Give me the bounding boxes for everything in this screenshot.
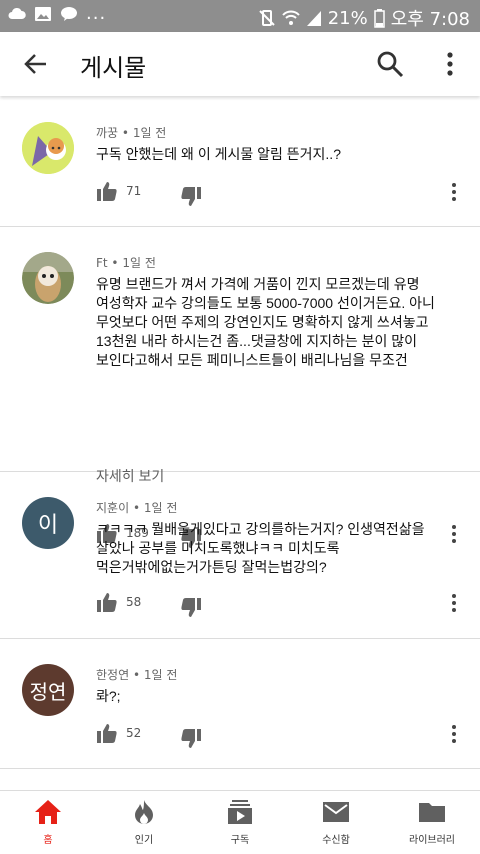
wifi-icon — [281, 10, 300, 25]
thumb-up-icon[interactable] — [96, 722, 118, 744]
bottom-nav: 홈 인기 구독 수신함 라이브러리 — [0, 790, 480, 854]
tab-label: 인기 — [134, 835, 154, 846]
like-count: 58 — [126, 595, 142, 609]
like-count: 52 — [126, 726, 142, 740]
tab-subscriptions[interactable]: 구독 — [192, 799, 288, 846]
flame-icon — [135, 800, 153, 824]
avatar[interactable] — [22, 252, 74, 304]
vibrate-off-icon — [259, 10, 275, 26]
comment-time: 1일 전 — [143, 668, 178, 682]
comment-time: 1일 전 — [122, 256, 156, 270]
comment-time: 1일 전 — [143, 501, 178, 515]
comment-author[interactable]: 지훈이 — [96, 501, 129, 515]
comment-more-icon[interactable] — [448, 724, 460, 744]
comment-item: Ft • 1일 전 유명 브랜드가 껴서 가격에 거품이 낀지 모르겠는데 유명… — [0, 226, 480, 548]
comment-item: 까꿍 • 1일 전 구독 안했는데 왜 이 게시물 알림 뜬거지..? 71 — [0, 96, 480, 227]
comment-text: 구독 안했는데 왜 이 게시물 알림 뜬거지..? — [96, 146, 341, 162]
signal-icon — [306, 11, 321, 26]
thumb-down-icon[interactable] — [180, 728, 202, 750]
avatar[interactable]: 정연 — [22, 664, 74, 716]
tab-home[interactable]: 홈 — [0, 799, 96, 846]
tab-label: 수신함 — [322, 835, 350, 846]
like-count: 71 — [126, 184, 142, 198]
comment-time: 1일 전 — [132, 126, 167, 140]
tab-label: 라이브러리 — [409, 835, 455, 846]
more-notifications: ... — [86, 3, 107, 24]
comment-text: 유명 브랜드가 껴서 가격에 거품이 낀지 모르겠는데 유명 여성학자 교수 강… — [96, 276, 435, 368]
page-title: 게시물 — [80, 55, 147, 82]
clock: 오후 7:08 — [390, 9, 470, 30]
comment-item: 정연 한정연 • 1일 전 롸?; 52 — [0, 638, 480, 769]
battery-icon — [373, 8, 385, 28]
tab-library[interactable]: 라이브러리 — [384, 799, 480, 846]
comment-item: 이 지훈이 • 1일 전 ㅋㅋㅋㅋ 뭘배울게있다고 강의를하는거지? 인생역전삶… — [0, 471, 480, 639]
tab-label: 구독 — [230, 835, 250, 846]
back-arrow-icon[interactable] — [22, 50, 50, 78]
app-bar: 게시물 — [0, 32, 480, 96]
comment-text: ㅋㅋㅋㅋ 뭘배울게있다고 강의를하는거지? 인생역전삶을 살았나 공부를 미치도… — [96, 521, 425, 575]
tab-inbox[interactable]: 수신함 — [288, 799, 384, 846]
subscriptions-icon — [228, 800, 252, 824]
comment-list: 까꿍 • 1일 전 구독 안했는데 왜 이 게시물 알림 뜬거지..? 71 F… — [0, 96, 480, 790]
tab-label: 홈 — [43, 835, 53, 846]
cloud-icon — [8, 7, 26, 20]
comment-text: 롸?; — [96, 688, 121, 704]
more-vert-icon[interactable] — [438, 50, 462, 78]
mail-icon — [323, 802, 349, 822]
thumb-down-icon[interactable] — [180, 597, 202, 619]
status-bar: ... 21% 오후 7:08 — [0, 0, 480, 32]
tab-trending[interactable]: 인기 — [96, 799, 192, 846]
thumb-up-icon[interactable] — [96, 591, 118, 613]
talk-icon — [61, 7, 77, 21]
comment-author[interactable]: 한정연 — [96, 668, 129, 682]
folder-icon — [419, 803, 445, 822]
battery-text: 21% — [327, 7, 368, 29]
comment-more-icon[interactable] — [448, 593, 460, 613]
thumb-up-icon[interactable] — [96, 180, 118, 202]
search-icon[interactable] — [376, 50, 404, 78]
thumb-down-icon[interactable] — [180, 186, 202, 208]
image-icon — [35, 7, 51, 21]
avatar[interactable] — [22, 122, 74, 174]
home-icon — [35, 800, 61, 824]
comment-more-icon[interactable] — [448, 182, 460, 202]
comment-author[interactable]: Ft — [96, 256, 108, 270]
avatar[interactable]: 이 — [22, 497, 74, 549]
comment-author[interactable]: 까꿍 — [96, 126, 118, 140]
